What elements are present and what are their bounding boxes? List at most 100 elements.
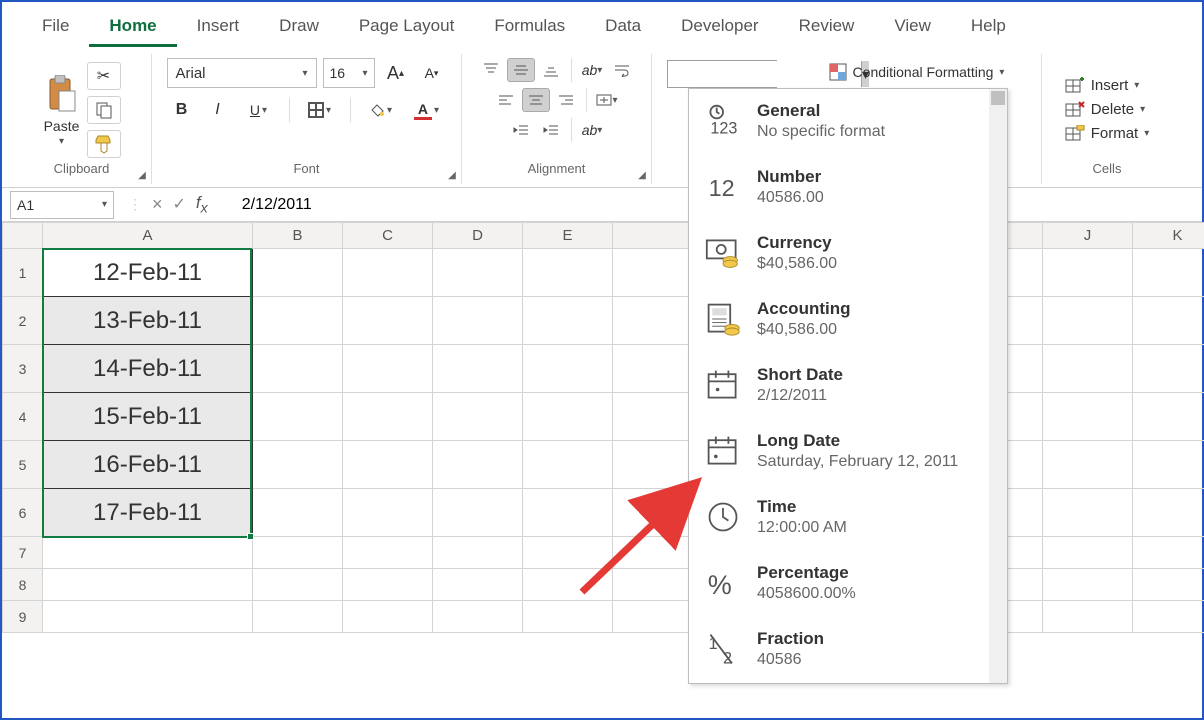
borders-button[interactable]: ▾ [300, 96, 340, 124]
cell[interactable] [253, 297, 343, 345]
cell[interactable]: 14-Feb-11 [43, 345, 253, 393]
cell[interactable] [1133, 297, 1204, 345]
cell[interactable] [523, 345, 613, 393]
underline-button[interactable]: U▾ [239, 96, 279, 124]
insert-cells-button[interactable]: Insert▾ [1065, 77, 1150, 95]
tab-page-layout[interactable]: Page Layout [339, 8, 474, 47]
cell[interactable] [343, 601, 433, 633]
row-header[interactable]: 8 [3, 569, 43, 601]
cell[interactable] [523, 249, 613, 297]
align-middle-button[interactable] [507, 58, 535, 82]
cell[interactable] [343, 249, 433, 297]
cell[interactable] [1043, 249, 1133, 297]
cell[interactable] [1043, 489, 1133, 537]
cell[interactable]: 16-Feb-11 [43, 441, 253, 489]
cell[interactable] [43, 537, 253, 569]
col-header-E[interactable]: E [523, 223, 613, 249]
cell[interactable] [1043, 537, 1133, 569]
delete-cells-button[interactable]: Delete▾ [1065, 101, 1150, 119]
orientation-button[interactable]: ab▾ [578, 58, 606, 82]
cell[interactable] [1043, 297, 1133, 345]
cell[interactable] [1133, 345, 1204, 393]
cell[interactable] [523, 489, 613, 537]
format-painter-button[interactable] [87, 130, 121, 158]
cell[interactable] [523, 297, 613, 345]
rtl-button[interactable]: ab▾ [578, 118, 606, 142]
scrollbar[interactable] [989, 89, 1007, 683]
row-header[interactable]: 7 [3, 537, 43, 569]
select-all-corner[interactable] [3, 223, 43, 249]
cell[interactable] [433, 345, 523, 393]
align-left-button[interactable] [492, 88, 520, 112]
cell[interactable] [433, 393, 523, 441]
cell[interactable] [343, 489, 433, 537]
format-cells-button[interactable]: Format▾ [1065, 125, 1150, 143]
copy-button[interactable] [87, 96, 121, 124]
cell[interactable] [523, 537, 613, 569]
cell[interactable] [253, 249, 343, 297]
increase-indent-button[interactable] [537, 118, 565, 142]
cell[interactable] [433, 489, 523, 537]
cell[interactable] [1133, 441, 1204, 489]
paste-button[interactable]: Paste ▾ [43, 72, 81, 147]
col-header-C[interactable]: C [343, 223, 433, 249]
cut-button[interactable]: ✂ [87, 62, 121, 90]
cell[interactable] [1133, 537, 1204, 569]
format-option-shortdate[interactable]: Short Date2/12/2011 [689, 353, 1007, 419]
align-bottom-button[interactable] [537, 58, 565, 82]
format-option-fraction[interactable]: 12Fraction40586 [689, 617, 1007, 683]
cell[interactable] [343, 537, 433, 569]
row-header[interactable]: 1 [3, 249, 43, 297]
cell[interactable] [43, 601, 253, 633]
cell[interactable]: 12-Feb-11 [43, 249, 253, 297]
cell[interactable] [523, 393, 613, 441]
cell[interactable]: 17-Feb-11 [43, 489, 253, 537]
format-option-time[interactable]: Time12:00:00 AM [689, 485, 1007, 551]
bold-button[interactable]: B [167, 96, 197, 124]
cell[interactable] [433, 297, 523, 345]
tab-review[interactable]: Review [779, 8, 875, 47]
format-option-general[interactable]: 123GeneralNo specific format [689, 89, 1007, 155]
cell[interactable] [1043, 569, 1133, 601]
cell[interactable] [343, 569, 433, 601]
font-name-select[interactable]: Arial▾ [167, 58, 317, 88]
row-header[interactable]: 3 [3, 345, 43, 393]
row-header[interactable]: 9 [3, 601, 43, 633]
format-option-accounting[interactable]: Accounting $40,586.00 [689, 287, 1007, 353]
font-color-button[interactable]: A▾ [407, 96, 447, 124]
tab-insert[interactable]: Insert [177, 8, 260, 47]
cell[interactable] [1043, 601, 1133, 633]
cell[interactable] [1043, 441, 1133, 489]
cancel-formula-button[interactable]: × [152, 194, 163, 215]
align-top-button[interactable] [477, 58, 505, 82]
cell[interactable] [343, 441, 433, 489]
scroll-thumb[interactable] [991, 91, 1005, 105]
cell[interactable] [433, 249, 523, 297]
cell[interactable] [433, 441, 523, 489]
cell[interactable]: 15-Feb-11 [43, 393, 253, 441]
dialog-launcher-icon[interactable]: ◢ [635, 168, 649, 182]
col-header-K[interactable]: K [1133, 223, 1204, 249]
col-header-J[interactable]: J [1043, 223, 1133, 249]
enter-formula-button[interactable]: ✓ [173, 194, 186, 214]
cell[interactable] [523, 601, 613, 633]
row-header[interactable]: 6 [3, 489, 43, 537]
format-option-percent[interactable]: %Percentage4058600.00% [689, 551, 1007, 617]
decrease-font-button[interactable]: A▾ [417, 59, 447, 87]
tab-home[interactable]: Home [89, 8, 176, 47]
col-header-A[interactable]: A [43, 223, 253, 249]
cell[interactable] [433, 537, 523, 569]
tab-formulas[interactable]: Formulas [474, 8, 585, 47]
cell[interactable] [343, 297, 433, 345]
row-header[interactable]: 4 [3, 393, 43, 441]
align-center-button[interactable] [522, 88, 550, 112]
cell[interactable] [1043, 393, 1133, 441]
cell[interactable] [1133, 601, 1204, 633]
tab-developer[interactable]: Developer [661, 8, 779, 47]
cell[interactable] [43, 569, 253, 601]
cell[interactable] [433, 569, 523, 601]
cell[interactable] [1043, 345, 1133, 393]
format-option-number[interactable]: 12Number40586.00 [689, 155, 1007, 221]
format-option-currency[interactable]: Currency$40,586.00 [689, 221, 1007, 287]
tab-file[interactable]: File [22, 8, 89, 47]
